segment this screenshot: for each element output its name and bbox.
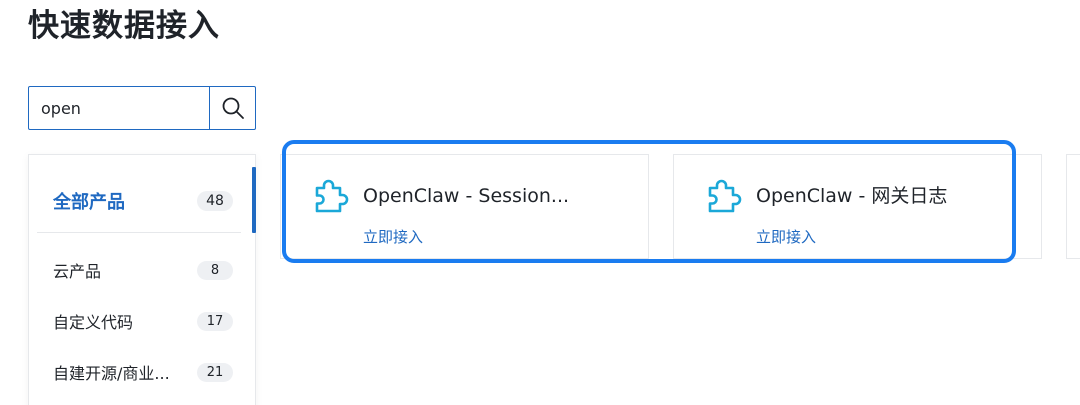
- quick-data-access-page: 快速数据接入 全部产品 48 云产品 8 自定义代码 17 自建开源/商业...…: [0, 0, 1080, 405]
- category-item-all-products[interactable]: 全部产品 48: [29, 183, 255, 219]
- category-item-cloud-products[interactable]: 云产品 8: [29, 252, 255, 288]
- connect-now-link[interactable]: 立即接入: [363, 227, 423, 247]
- search-button[interactable]: [209, 87, 255, 129]
- page-title: 快速数据接入: [28, 8, 220, 44]
- card-title: OpenClaw - Session...: [363, 185, 570, 207]
- category-label: 自建开源/商业...: [53, 364, 170, 383]
- search-icon: [222, 97, 244, 119]
- integration-card-partial[interactable]: [1066, 154, 1080, 259]
- connect-now-link[interactable]: 立即接入: [756, 227, 816, 247]
- category-label: 云产品: [53, 262, 102, 281]
- category-label: 全部产品: [53, 192, 125, 213]
- category-label: 自定义代码: [53, 313, 134, 332]
- category-item-custom-code[interactable]: 自定义代码 17: [29, 303, 255, 339]
- category-count-badge: 21: [197, 362, 233, 382]
- integration-card-openclaw-gateway-log[interactable]: OpenClaw - 网关日志 立即接入: [673, 154, 1042, 259]
- card-title: OpenClaw - 网关日志: [756, 185, 948, 207]
- integration-card-openclaw-session[interactable]: OpenClaw - Session... 立即接入: [280, 154, 649, 259]
- puzzle-piece-icon: [315, 179, 349, 213]
- category-sidebar: 全部产品 48 云产品 8 自定义代码 17 自建开源/商业... 21: [28, 154, 256, 405]
- category-item-self-hosted[interactable]: 自建开源/商业... 21: [29, 354, 255, 390]
- category-count-badge: 17: [197, 311, 233, 331]
- category-count-badge: 8: [197, 260, 233, 280]
- category-count-badge: 48: [197, 191, 233, 211]
- search-input[interactable]: [29, 87, 209, 129]
- puzzle-piece-icon: [708, 179, 742, 213]
- search-box: [28, 86, 256, 130]
- sidebar-divider: [37, 232, 241, 233]
